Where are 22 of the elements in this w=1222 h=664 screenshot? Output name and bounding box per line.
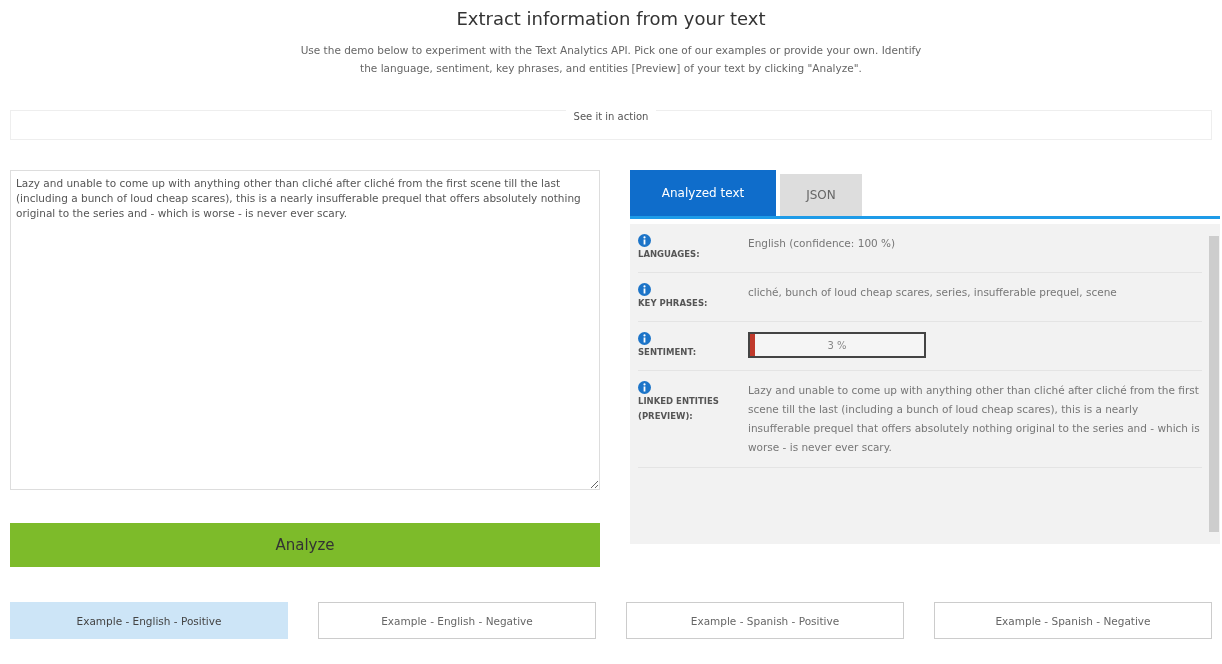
tab[interactable]: Analyzed text: [630, 170, 776, 216]
input-field[interactable]: Lazy and unable to come up with anything other than cliché after cliché from the first scene till the last (including a bunch of loud cheap scares), this is a nearly insufferable prequel that offers absolutely nothing original to the series and - which is worse - is never ever scary.: [10, 170, 600, 490]
example-button[interactable]: Example - Spanish - Negative: [934, 602, 1212, 639]
result-label: SENTIMENT:: [638, 346, 698, 359]
page-description: Use the demo below to experiment with the Text Analytics API. Pick one of our examples or provide your own. Identify the language, sentiment, key phrases, and entities [Preview] of your text by clicking "Analyze".: [299, 43, 923, 76]
example-button[interactable]: Example - Spanish - Positive: [626, 602, 904, 639]
example-button[interactable]: Example - English - Positive: [10, 602, 288, 639]
page-heading: Extract information from your text: [456, 8, 766, 29]
example-button[interactable]: Example - English - Negative: [318, 602, 596, 639]
meter-reading: 3 %: [827, 338, 847, 353]
result-label: KEY PHRASES:: [638, 297, 709, 310]
result-value: cliché, bunch of loud cheap scares, series, insufferable prequel, scene: [748, 285, 1118, 300]
info-icon[interactable]: [638, 234, 651, 247]
analyze-button[interactable]: Analyze: [10, 523, 600, 567]
result-label: LANGUAGES:: [638, 248, 701, 261]
info-icon[interactable]: [638, 381, 651, 394]
result-label: LINKED ENTITIES (PREVIEW):: [638, 395, 720, 423]
info-icon[interactable]: [638, 332, 651, 345]
result-value: English (confidence: 100 %): [748, 236, 897, 251]
tab[interactable]: JSON: [780, 174, 862, 216]
result-value: Lazy and unable to come up with anything other than cliché after cliché from the first scene till the last (including a bunch of loud cheap scares), this is a nearly insufferable prequel that offers absolutely nothing original to the series and - which is worse - is never ever scary.: [748, 383, 1201, 455]
info-icon[interactable]: [638, 283, 651, 296]
